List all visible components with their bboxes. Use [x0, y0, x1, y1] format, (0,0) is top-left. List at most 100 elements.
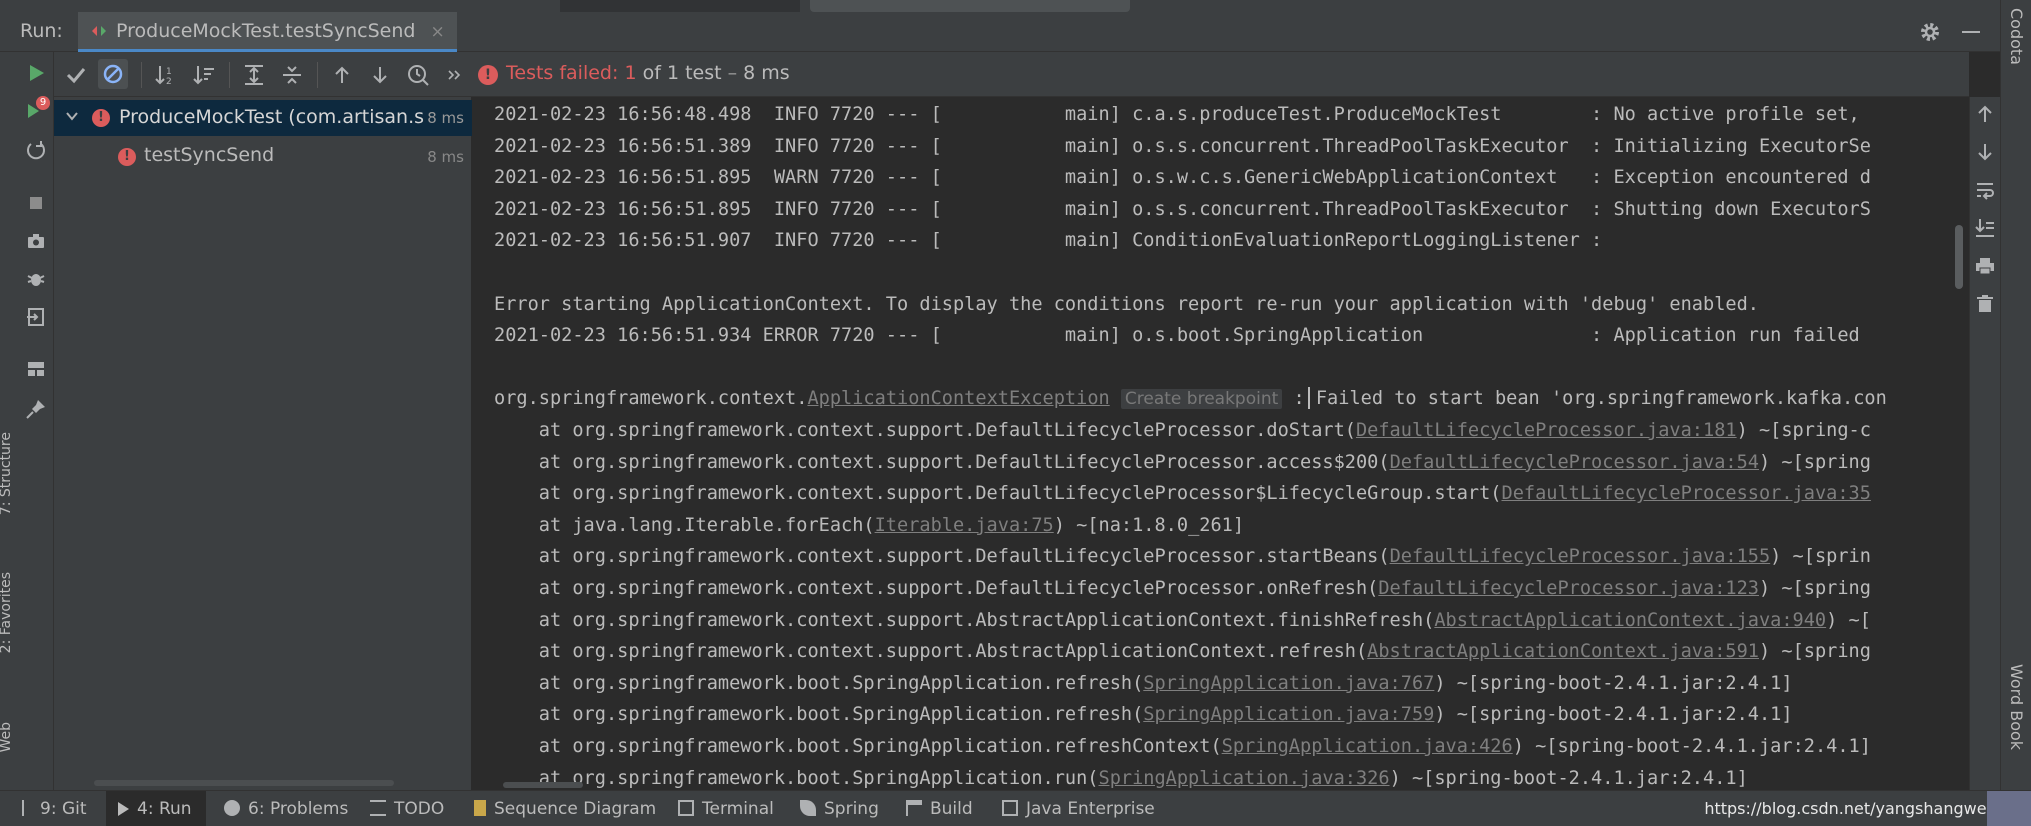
- status-total: of 1 test: [642, 62, 722, 84]
- test-failed-icon: [118, 148, 136, 166]
- console-line-text: at org.springframework.boot.SpringApplic…: [494, 736, 1222, 757]
- stacktrace-source-link[interactable]: DefaultLifecycleProcessor.java:181: [1356, 420, 1737, 441]
- soft-wrap-icon[interactable]: [1974, 179, 1996, 201]
- stacktrace-source-link[interactable]: AbstractApplicationContext.java:940: [1434, 610, 1826, 631]
- console-line: 2021-02-23 16:56:51.907 INFO 7720 --- [ …: [494, 225, 1602, 256]
- sort-duration-icon[interactable]: [192, 63, 216, 87]
- console-line-text: at org.springframework.context.support.D…: [494, 451, 1390, 473]
- build-tool-label: Build: [930, 799, 973, 819]
- export-icon[interactable]: [25, 306, 47, 328]
- gear-icon[interactable]: [1918, 20, 1942, 44]
- console-vertical-scrollbar[interactable]: [1955, 225, 1963, 289]
- run-icon: [118, 802, 129, 816]
- more-icon[interactable]: [446, 63, 462, 87]
- run-tool-button[interactable]: 4: Run: [106, 791, 206, 826]
- history-icon[interactable]: [406, 63, 430, 87]
- sequence-diagram-icon: [474, 800, 486, 816]
- status-failed-label: Tests failed:: [506, 62, 619, 84]
- tree-node-test-method[interactable]: testSyncSend 8 ms: [54, 139, 472, 175]
- test-run-icon: [92, 26, 106, 36]
- spring-tool-button[interactable]: Spring: [800, 791, 879, 826]
- run-tab-title: ProduceMockTest.testSyncSend: [116, 20, 416, 42]
- run-tool-label: 4: Run: [137, 799, 192, 819]
- rerun-failed-button[interactable]: 9: [25, 96, 50, 122]
- print-icon[interactable]: [1974, 255, 1996, 277]
- tree-node-test-class[interactable]: ProduceMockTest (com.artisan.spring 8 ms: [54, 100, 472, 136]
- todo-tool-button[interactable]: TODO: [370, 791, 444, 826]
- stop-square-icon[interactable]: [25, 192, 47, 214]
- next-failed-icon[interactable]: [368, 63, 392, 87]
- sequence-diagram-tool-button[interactable]: Sequence Diagram: [474, 791, 656, 826]
- structure-stripe-button[interactable]: 7: Structure: [0, 432, 14, 515]
- web-stripe-button[interactable]: Web: [0, 722, 14, 753]
- avatar: [1987, 791, 2031, 826]
- hide-icon[interactable]: [1962, 31, 1980, 33]
- word-book-stripe-button[interactable]: Word Book: [2007, 664, 2026, 750]
- console-line-text: org.springframework.context.: [494, 388, 808, 410]
- pin-icon[interactable]: [25, 398, 47, 420]
- console-line: at org.springframework.boot.SpringApplic…: [494, 763, 1748, 790]
- up-arrow-icon[interactable]: [1974, 103, 1996, 125]
- stacktrace-source-link[interactable]: DefaultLifecycleProcessor.java:35: [1502, 483, 1871, 504]
- java-enterprise-icon: [1002, 800, 1018, 816]
- codota-stripe-button[interactable]: Codota: [2007, 8, 2026, 65]
- console-line-text: at org.springframework.boot.SpringApplic…: [494, 704, 1144, 726]
- git-tool-button[interactable]: 9: Git: [22, 791, 87, 826]
- console-line: at org.springframework.context.support.D…: [494, 415, 1871, 446]
- close-tab-icon[interactable]: ×: [431, 22, 445, 42]
- build-tool-button[interactable]: Build: [906, 791, 973, 826]
- console-line: org.springframework.context.ApplicationC…: [494, 383, 1887, 414]
- expand-all-icon[interactable]: [242, 63, 266, 87]
- debug-icon[interactable]: [25, 268, 47, 290]
- java-enterprise-tool-button[interactable]: Java Enterprise: [1002, 791, 1155, 826]
- todo-tool-label: TODO: [394, 799, 445, 819]
- stacktrace-source-link[interactable]: SpringApplication.java:326: [1099, 768, 1390, 789]
- scroll-end-icon[interactable]: [1974, 217, 1996, 239]
- console-horizontal-scrollbar[interactable]: [503, 782, 583, 788]
- stacktrace-source-link[interactable]: DefaultLifecycleProcessor.java:155: [1390, 546, 1771, 567]
- console-line-text: ) ~[spring: [1758, 578, 1871, 599]
- favorites-stripe-button[interactable]: 2: Favorites: [0, 572, 14, 653]
- console-line: 2021-02-23 16:56:51.389 INFO 7720 --- [ …: [494, 131, 1871, 162]
- layout-icon[interactable]: [25, 358, 47, 380]
- terminal-tool-button[interactable]: Terminal: [678, 791, 774, 826]
- console-line: at org.springframework.context.support.D…: [494, 478, 1871, 509]
- stacktrace-source-link[interactable]: SpringApplication.java:426: [1222, 736, 1513, 757]
- down-arrow-icon[interactable]: [1974, 141, 1996, 163]
- run-config-tab[interactable]: ProduceMockTest.testSyncSend ×: [78, 12, 457, 52]
- sort-alpha-icon[interactable]: 12: [154, 63, 178, 87]
- stacktrace-source-link[interactable]: SpringApplication.java:759: [1143, 704, 1434, 725]
- stacktrace-source-link[interactable]: Iterable.java:75: [875, 515, 1054, 536]
- console-line: at org.springframework.context.support.A…: [494, 605, 1871, 636]
- terminal-tool-label: Terminal: [702, 799, 774, 819]
- camera-icon[interactable]: [25, 230, 47, 252]
- console-line-text: at org.springframework.context.support.D…: [494, 483, 1502, 505]
- stacktrace-source-link[interactable]: SpringApplication.java:767: [1143, 673, 1434, 694]
- create-breakpoint-hint[interactable]: Create breakpoint: [1120, 389, 1283, 410]
- svg-text:2: 2: [166, 77, 172, 87]
- collapse-all-icon[interactable]: [280, 63, 304, 87]
- test-runner-toolbar: 12 Tests failed: 1 of 1 test – 8 ms: [54, 52, 1969, 97]
- tree-horizontal-scrollbar[interactable]: [94, 780, 394, 786]
- run-icon[interactable]: [25, 62, 47, 84]
- git-branch-icon: [22, 800, 32, 816]
- prev-failed-icon[interactable]: [330, 63, 354, 87]
- console-line-text: at org.springframework.boot.SpringApplic…: [494, 767, 1099, 789]
- console-line-text: 2021-02-23 16:56:51.934 ERROR 7720 --- […: [494, 325, 1860, 347]
- console-output[interactable]: 2021-02-23 16:56:48.498 INFO 7720 --- [ …: [473, 97, 1969, 790]
- stacktrace-source-link[interactable]: DefaultLifecycleProcessor.java:123: [1378, 578, 1759, 599]
- problems-tool-button[interactable]: 6: Problems: [224, 791, 348, 826]
- console-line: at java.lang.Iterable.forEach(Iterable.j…: [494, 510, 1244, 541]
- show-ignored-button[interactable]: [98, 59, 128, 89]
- chevron-down-icon[interactable]: [66, 110, 78, 122]
- test-class-label: ProduceMockTest (com.artisan.spring: [119, 106, 425, 128]
- console-line-text: ) ~[: [1826, 609, 1871, 631]
- stacktrace-source-link[interactable]: AbstractApplicationContext.java:591: [1367, 641, 1759, 662]
- check-icon[interactable]: [64, 63, 88, 87]
- trash-icon[interactable]: [1974, 293, 1996, 315]
- stacktrace-source-link[interactable]: ApplicationContextException: [807, 388, 1109, 409]
- stacktrace-source-link[interactable]: DefaultLifecycleProcessor.java:54: [1390, 452, 1759, 473]
- status-separator: –: [727, 62, 738, 84]
- spring-leaf-icon: [800, 800, 816, 816]
- toggle-autotest-icon[interactable]: [25, 140, 47, 162]
